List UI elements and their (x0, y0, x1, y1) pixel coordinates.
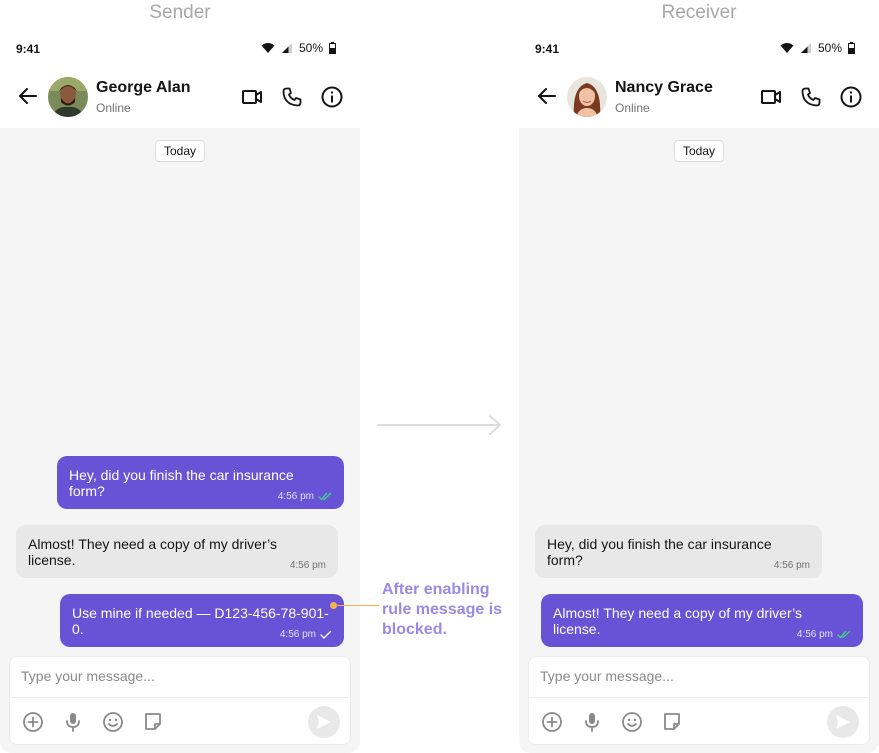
send-icon (836, 715, 850, 729)
send-icon (317, 715, 331, 729)
video-call-icon[interactable] (240, 85, 264, 109)
system-indicators: 50% (780, 41, 855, 55)
message-bubble-outgoing[interactable]: Use mine if needed — D123-456-78-901-0. … (60, 594, 344, 647)
message-time: 4:56 pm (796, 629, 833, 640)
message-composer (9, 656, 351, 745)
voice-call-icon[interactable] (799, 85, 823, 109)
wifi-icon (780, 43, 794, 53)
message-time: 4:56 pm (289, 560, 326, 571)
message-text: Hey, did you finish the car insurance fo… (547, 536, 772, 568)
info-icon[interactable] (839, 85, 863, 109)
cellular-signal-icon (800, 43, 811, 53)
message-text: Hey, did you finish the car insurance fo… (69, 467, 294, 499)
status-bar: 9:41 50% (519, 32, 879, 66)
video-call-icon[interactable] (759, 85, 783, 109)
arrow-left-icon[interactable] (535, 84, 559, 108)
sender-title: Sender (149, 2, 211, 23)
message-meta: 4:56 pm (774, 560, 810, 571)
message-meta: 4:56 pm (797, 629, 851, 640)
message-input[interactable] (10, 657, 350, 695)
battery-percentage: 50% (298, 41, 323, 55)
chat-header: Nancy Grace Online (519, 66, 879, 128)
message-bubble-incoming[interactable]: Hey, did you finish the car insurance fo… (535, 525, 822, 578)
message-composer (528, 656, 870, 745)
message-time: 4:56 pm (279, 629, 316, 640)
callout-line (337, 605, 379, 606)
add-attachment-icon[interactable] (21, 710, 45, 734)
message-bubble-incoming[interactable]: Almost! They need a copy of my driver’s … (16, 525, 338, 578)
battery-icon (329, 42, 336, 54)
blocked-rule-annotation: After enabling rule message is blocked. (382, 581, 503, 638)
chat-header: George Alan Online (0, 66, 360, 128)
message-meta: 4:56 pm (290, 560, 326, 571)
arrow-left-icon[interactable] (16, 84, 40, 108)
callout-dot (330, 602, 337, 609)
presence-status: Online (615, 101, 650, 115)
voice-call-icon[interactable] (280, 85, 304, 109)
info-icon[interactable] (320, 85, 344, 109)
double-check-icon (837, 630, 851, 639)
battery-percentage: 50% (817, 41, 842, 55)
message-input[interactable] (529, 657, 869, 695)
microphone-icon[interactable] (61, 710, 85, 734)
contact-name: Nancy Grace (615, 79, 713, 96)
avatar[interactable] (48, 77, 88, 117)
sticker-icon[interactable] (660, 710, 684, 734)
date-separator: Today (674, 140, 725, 162)
status-time: 9:41 (535, 42, 560, 56)
date-separator: Today (155, 140, 206, 162)
cellular-signal-icon (281, 43, 292, 53)
status-bar: 9:41 50% (0, 32, 360, 66)
message-bubble-outgoing[interactable]: Hey, did you finish the car insurance fo… (57, 456, 344, 509)
send-button[interactable] (308, 706, 340, 738)
message-text: Almost! They need a copy of my driver’s … (553, 605, 802, 637)
avatar[interactable] (567, 77, 607, 117)
sender-phone: 9:41 50% George Alan Online Today Hey, d… (0, 32, 360, 753)
receiver-title: Receiver (661, 2, 737, 23)
send-button[interactable] (827, 706, 859, 738)
battery-icon (848, 42, 855, 54)
contact-name: George Alan (96, 79, 191, 96)
message-meta: 4:56 pm (280, 629, 332, 640)
microphone-icon[interactable] (580, 710, 604, 734)
message-time: 4:56 pm (277, 491, 314, 502)
composer-divider (10, 697, 350, 698)
message-bubble-outgoing[interactable]: Almost! They need a copy of my driver’s … (541, 594, 863, 647)
message-text: Almost! They need a copy of my driver’s … (28, 536, 277, 568)
message-time: 4:56 pm (773, 560, 810, 571)
system-indicators: 50% (261, 41, 336, 55)
emoji-icon[interactable] (101, 710, 125, 734)
receiver-phone: 9:41 50% Nancy Grace Online Today Hey, d… (519, 32, 879, 753)
sticker-icon[interactable] (141, 710, 165, 734)
emoji-icon[interactable] (620, 710, 644, 734)
single-check-icon (320, 630, 332, 639)
double-check-icon (318, 492, 332, 501)
composer-divider (529, 697, 869, 698)
message-meta: 4:56 pm (278, 491, 332, 502)
add-attachment-icon[interactable] (540, 710, 564, 734)
presence-status: Online (96, 101, 131, 115)
flow-arrow-icon (377, 415, 501, 435)
wifi-icon (261, 43, 275, 53)
status-time: 9:41 (16, 42, 41, 56)
